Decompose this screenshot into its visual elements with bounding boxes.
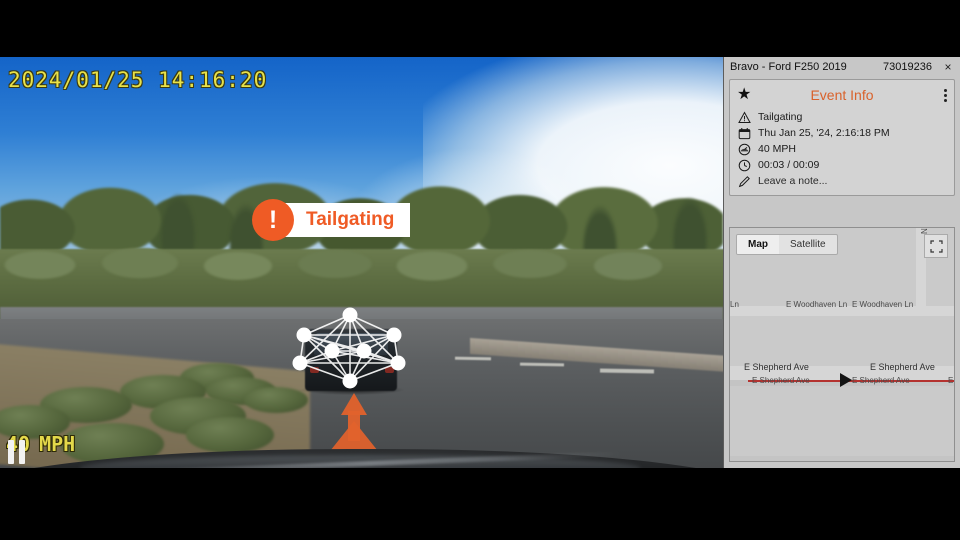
event-row-speed: 40 MPH	[738, 141, 954, 157]
speed-unit: MPH	[39, 432, 76, 456]
shrub	[186, 417, 274, 453]
close-icon[interactable]: ×	[942, 60, 954, 74]
event-duration-text: 00:03 / 00:09	[758, 159, 820, 171]
map-street-label: N Woodhaven Dr	[920, 228, 929, 234]
warning-triangle-icon	[738, 110, 751, 124]
clock-icon	[738, 159, 751, 172]
map-parcel-block	[730, 386, 954, 456]
exclamation-circle-icon: !	[252, 199, 294, 241]
map-street-label: E Shepherd Ave	[744, 362, 809, 372]
event-type-text: Tailgating	[758, 111, 803, 123]
dashcam-video-pane[interactable]	[0, 57, 723, 468]
map-street-label: E Shepherd Ave	[870, 362, 935, 372]
event-row-datetime: Thu Jan 25, '24, 2:16:18 PM	[738, 125, 954, 141]
map-street-label: E Woodhaven Ln	[852, 300, 914, 309]
vehicle-name: Bravo - Ford F250 2019	[730, 60, 847, 73]
tailgating-alert-label: Tailgating	[306, 209, 395, 230]
vehicle-heading-arrow	[840, 373, 852, 387]
app-root: 2024/01/25 14:16:20 40 MPH ! Tailgating …	[0, 0, 960, 540]
panel-title-bar: Bravo - Ford F250 2019 73019236 ×	[724, 57, 960, 76]
event-info-header: ★ Event Info	[730, 84, 954, 106]
event-info-title: Event Info	[810, 87, 874, 103]
exclamation-mark: !	[268, 205, 278, 234]
vehicle-mesh-overlay	[288, 307, 412, 389]
event-map[interactable]: Map Satellite N Woodhaven Dr Ln E Woodha…	[729, 227, 955, 462]
calendar-icon	[738, 127, 751, 140]
event-speed-text: 40 MPH	[758, 143, 796, 155]
map-type-tabs[interactable]: Map Satellite	[736, 234, 838, 255]
hedge-bumps	[0, 243, 723, 283]
map-street-label: E Woodhaven Ln	[786, 300, 848, 309]
map-tab-satellite[interactable]: Satellite	[779, 235, 837, 254]
map-tab-map[interactable]: Map	[737, 235, 779, 254]
pencil-icon	[738, 175, 751, 188]
event-id: 73019236	[883, 60, 932, 73]
lane-dash	[454, 356, 492, 361]
map-street-label: Ln	[730, 300, 739, 309]
event-row-duration: 00:03 / 00:09	[738, 157, 954, 173]
video-timestamp: 2024/01/25 14:16:20	[8, 68, 268, 92]
event-datetime-text: Thu Jan 25, '24, 2:16:18 PM	[758, 127, 890, 139]
event-info-card: ★ Event Info Tailgating Thu Jan 25, '24,…	[729, 79, 955, 196]
map-street-label: E Shepherd Ave	[852, 376, 910, 385]
event-side-panel: Bravo - Ford F250 2019 73019236 × ★ Even…	[723, 57, 960, 468]
event-row-type: Tailgating	[738, 109, 954, 125]
event-info-rows: Tailgating Thu Jan 25, '24, 2:16:18 PM 4…	[730, 106, 954, 189]
map-street-label: E Sh	[948, 376, 954, 385]
event-row-note[interactable]: Leave a note...	[738, 173, 954, 189]
kebab-menu-icon[interactable]	[944, 88, 947, 102]
map-parcel-block	[730, 314, 954, 366]
tailgating-alert-badge: ! Tailgating	[252, 199, 411, 241]
map-street-label: E Shepherd Ave	[752, 376, 810, 385]
speedometer-icon	[738, 143, 751, 156]
pause-icon[interactable]	[8, 440, 25, 464]
leave-note-text: Leave a note...	[758, 175, 828, 187]
fullscreen-expand-icon[interactable]	[924, 234, 948, 258]
